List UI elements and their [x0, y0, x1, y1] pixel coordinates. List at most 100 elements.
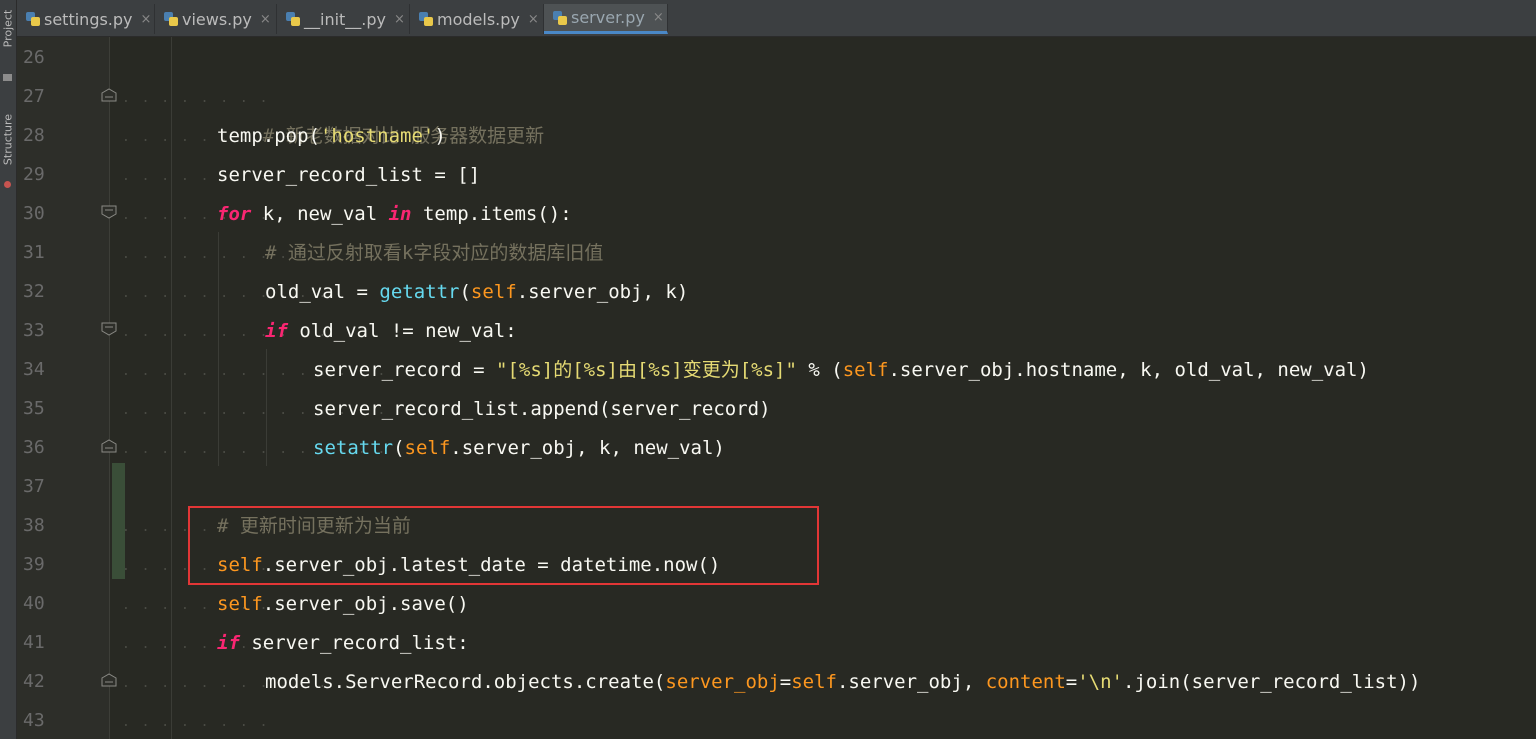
tab-label: models.py — [437, 9, 520, 29]
code-text: temp.items(): — [411, 203, 572, 225]
line-number: 32 — [23, 281, 45, 302]
code-text: .server_obj, k, new_val) — [450, 437, 725, 459]
code-text: temp.pop( — [217, 125, 320, 147]
self-keyword: self — [842, 359, 889, 381]
code-text: server_record_list = [] — [217, 164, 481, 186]
code-text: k, new_val — [251, 203, 389, 225]
code-text: old_val = — [265, 281, 380, 303]
code-text: ) — [434, 125, 446, 147]
close-icon[interactable]: × — [394, 12, 405, 27]
keyword: for — [217, 203, 252, 225]
line-number: 36 — [23, 437, 45, 458]
code-line-32[interactable]: old_val = getattr(self.server_obj, k) — [265, 273, 688, 312]
code-text: = — [1065, 671, 1078, 693]
project-icon — [3, 72, 12, 81]
code-line-29[interactable]: server_record_list = [] — [217, 156, 480, 195]
code-editor[interactable]: . . . . . . . . . . . . . . . . . . . . … — [110, 37, 1536, 739]
code-line-42[interactable]: models.ServerRecord.objects.create(serve… — [265, 663, 1420, 702]
annotation-highlight-box — [188, 506, 819, 585]
whitespace-dots: . . . . . . . . — [122, 715, 270, 730]
tab-views-py[interactable]: views.py × — [155, 4, 277, 34]
comment: # 通过反射取看k字段对应的数据库旧值 — [265, 242, 604, 264]
python-file-icon — [552, 10, 568, 26]
code-line-36[interactable]: setattr(self.server_obj, k, new_val) — [313, 429, 725, 468]
code-text: ( — [459, 281, 471, 303]
code-text: server_record = — [313, 359, 497, 381]
tab-init-py[interactable]: __init__.py × — [277, 4, 410, 34]
string-literal: "[%s]的[%s]由[%s]变更为[%s]" — [496, 359, 797, 381]
code-line-27[interactable]: # 新老数据对比 服务器数据更新 — [217, 78, 544, 147]
line-number: 41 — [23, 632, 45, 653]
tab-server-py[interactable]: server.py × — [544, 4, 668, 34]
code-text: server_record_list: — [239, 632, 469, 654]
code-text: .server_obj.hostname, k, old_val, new_va… — [888, 359, 1369, 381]
string-literal: '\n' — [1077, 671, 1123, 693]
python-file-icon — [285, 11, 301, 27]
line-number: 35 — [23, 398, 45, 419]
tab-settings-py[interactable]: settings.py × — [17, 4, 155, 34]
keyword-argument: server_obj — [665, 671, 780, 693]
builtin-function: setattr — [313, 437, 394, 459]
line-number: 39 — [23, 554, 45, 575]
string-literal: 'hostname' — [319, 125, 435, 147]
line-number: 40 — [23, 593, 45, 614]
line-number: 27 — [23, 86, 45, 107]
line-number: 34 — [23, 359, 45, 380]
tool-tab-project-label: Project — [1, 9, 15, 48]
editor-tab-bar: settings.py × views.py × __init__.py × m… — [17, 0, 1536, 37]
python-file-icon — [163, 11, 179, 27]
code-text: server_record_list.append(server_record) — [313, 398, 771, 420]
code-text: models.ServerRecord.objects.create( — [265, 671, 666, 693]
code-line-31[interactable]: # 通过反射取看k字段对应的数据库旧值 — [265, 234, 603, 273]
self-keyword: self — [470, 281, 517, 303]
python-file-icon — [418, 11, 434, 27]
python-file-icon — [25, 11, 41, 27]
tab-label: __init__.py — [304, 9, 387, 29]
line-number-gutter: 26 27 28 29 30 31 32 33 34 35 36 37 38 3… — [17, 37, 125, 739]
code-text: .join(server_record_list)) — [1123, 671, 1421, 693]
line-number: 42 — [23, 671, 45, 692]
code-line-34[interactable]: server_record = "[%s]的[%s]由[%s]变更为[%s]" … — [313, 351, 1369, 390]
keyword: if — [265, 320, 288, 342]
tab-label: settings.py — [44, 9, 133, 29]
self-keyword: self — [791, 671, 837, 693]
code-text: .server_obj.save() — [262, 593, 469, 615]
code-line-28[interactable]: temp.pop('hostname') — [217, 117, 446, 156]
tool-tab-project[interactable]: Project — [0, 2, 16, 86]
code-text: old_val != new_val: — [287, 320, 517, 342]
code-text: % ( — [796, 359, 843, 381]
code-text: .server_obj, k) — [516, 281, 689, 303]
code-text: = — [779, 671, 792, 693]
code-line-35[interactable]: server_record_list.append(server_record) — [313, 390, 771, 429]
code-line-41[interactable]: if server_record_list: — [217, 624, 469, 663]
self-keyword: self — [217, 593, 263, 615]
close-icon[interactable]: × — [141, 12, 152, 27]
line-number: 38 — [23, 515, 45, 536]
code-text: .server_obj, — [836, 671, 986, 693]
code-line-33[interactable]: if old_val != new_val: — [265, 312, 517, 351]
line-number: 30 — [23, 203, 45, 224]
tool-window-strip: Project Structure — [0, 0, 17, 739]
keyword: in — [388, 203, 412, 225]
tab-label: server.py — [571, 8, 645, 27]
close-icon[interactable]: × — [260, 12, 271, 27]
tool-tab-structure-label: Structure — [1, 113, 15, 166]
close-icon[interactable]: × — [653, 10, 664, 25]
line-number: 29 — [23, 164, 45, 185]
tab-models-py[interactable]: models.py × — [410, 4, 544, 34]
code-line-30[interactable]: for k, new_val in temp.items(): — [217, 195, 572, 234]
line-number: 31 — [23, 242, 45, 263]
builtin-function: getattr — [379, 281, 460, 303]
tab-label: views.py — [182, 9, 252, 29]
line-number: 37 — [23, 476, 45, 497]
close-icon[interactable]: × — [528, 12, 539, 27]
line-number: 26 — [23, 47, 45, 68]
keyword-argument: content — [985, 671, 1066, 693]
code-line-40[interactable]: self.server_obj.save() — [217, 585, 469, 624]
keyword: if — [217, 632, 240, 654]
line-number: 43 — [23, 710, 45, 731]
self-keyword: self — [404, 437, 451, 459]
code-text: ( — [393, 437, 405, 459]
line-number: 28 — [23, 125, 45, 146]
tool-tab-structure[interactable]: Structure — [0, 105, 16, 195]
